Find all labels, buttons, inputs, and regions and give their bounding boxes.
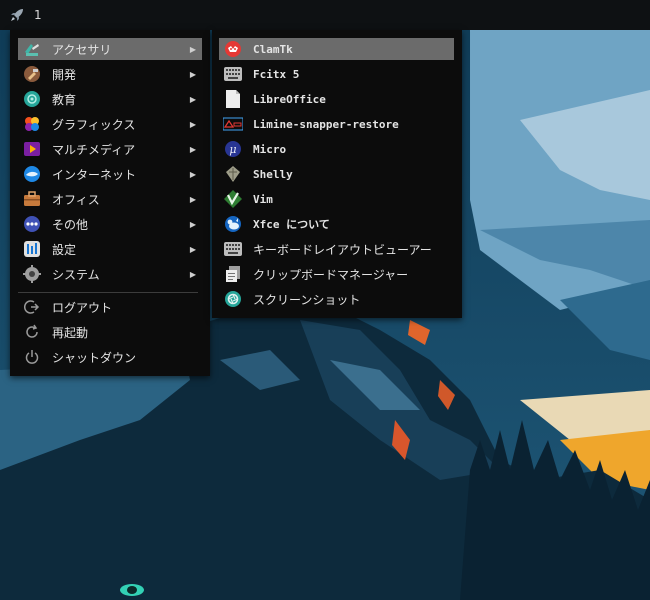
app-item-shelly[interactable]: Shelly: [219, 163, 454, 185]
app-item-libreoffice[interactable]: LibreOffice: [219, 88, 454, 110]
submenu-arrow-icon: ▶: [189, 169, 196, 179]
menu-item-label: 開発: [52, 67, 77, 82]
system-icon: [22, 264, 42, 284]
submenu-arrow-icon: ▶: [189, 69, 196, 79]
svg-text:μ: μ: [229, 143, 236, 156]
app-item-label: Vim: [253, 192, 273, 206]
menu-item-graphics[interactable]: グラフィックス ▶: [18, 113, 202, 135]
app-item-screenshot[interactable]: スクリーンショット: [219, 288, 454, 310]
clamtk-icon: [223, 39, 243, 59]
menu-item-logout[interactable]: ログアウト: [18, 296, 202, 318]
other-icon: [22, 214, 42, 234]
document-icon: [223, 89, 243, 109]
development-icon: [22, 64, 42, 84]
app-item-fcitx5[interactable]: Fcitx 5: [219, 63, 454, 85]
clipboard-icon: [223, 264, 243, 284]
menu-item-settings[interactable]: 設定 ▶: [18, 238, 202, 260]
submenu-arrow-icon: ▶: [189, 269, 196, 279]
submenu-arrow-icon: ▶: [189, 144, 196, 154]
accessories-submenu: ClamTk Fcitx 5 LibreOffice Limine-snappe…: [212, 30, 462, 318]
menu-item-education[interactable]: 教育 ▶: [18, 88, 202, 110]
accessories-icon: [22, 39, 42, 59]
applications-menu: アクセサリ ▶ 開発 ▶ 教育 ▶ グラフィックス ▶ マルチメディア ▶ イン: [10, 30, 210, 376]
internet-icon: [22, 164, 42, 184]
screenshot-icon: [223, 289, 243, 309]
keyboard-layout-icon: [223, 239, 243, 259]
restart-icon: [22, 322, 42, 342]
limine-icon: [223, 114, 243, 134]
submenu-arrow-icon: ▶: [189, 194, 196, 204]
workspace-indicator[interactable]: 1: [34, 8, 42, 22]
menu-item-other[interactable]: その他 ▶: [18, 213, 202, 235]
app-item-label: Xfce について: [253, 218, 330, 231]
submenu-arrow-icon: ▶: [189, 219, 196, 229]
menu-item-development[interactable]: 開発 ▶: [18, 63, 202, 85]
app-item-label: Limine-snapper-restore: [253, 117, 399, 131]
app-item-vim[interactable]: Vim: [219, 188, 454, 210]
menu-item-label: オフィス: [52, 192, 100, 207]
app-item-about-xfce[interactable]: Xfce について: [219, 213, 454, 235]
menu-item-accessories[interactable]: アクセサリ ▶: [18, 38, 202, 60]
menu-item-label: シャットダウン: [52, 350, 137, 365]
menu-item-label: アクセサリ: [52, 42, 112, 57]
micro-icon: μ: [223, 139, 243, 159]
rocket-icon: [11, 9, 23, 21]
app-item-label: ClamTk: [253, 42, 293, 56]
menu-item-label: その他: [52, 217, 89, 232]
menu-item-label: マルチメディア: [52, 142, 136, 157]
app-item-micro[interactable]: μ Micro: [219, 138, 454, 160]
menu-item-label: グラフィックス: [52, 117, 136, 132]
graphics-icon: [22, 114, 42, 134]
submenu-arrow-icon: ▶: [189, 244, 196, 254]
app-item-clamtk[interactable]: ClamTk: [219, 38, 454, 60]
menu-item-system[interactable]: システム ▶: [18, 263, 202, 285]
app-item-limine-snapper-restore[interactable]: Limine-snapper-restore: [219, 113, 454, 135]
education-icon: [22, 89, 42, 109]
app-item-clipboard-manager[interactable]: クリップボードマネージャー: [219, 263, 454, 285]
app-item-label: Micro: [253, 142, 287, 156]
menu-item-office[interactable]: オフィス ▶: [18, 188, 202, 210]
menu-separator: [18, 292, 198, 293]
xfce-icon: [223, 214, 243, 234]
app-item-label: クリップボードマネージャー: [253, 267, 409, 282]
app-item-keyboard-layout-viewer[interactable]: キーボードレイアウトビューアー: [219, 238, 454, 260]
logout-icon: [22, 297, 42, 317]
settings-icon: [22, 239, 42, 259]
office-icon: [22, 189, 42, 209]
menu-item-internet[interactable]: インターネット ▶: [18, 163, 202, 185]
app-menu-launcher-button[interactable]: [6, 4, 28, 26]
top-panel: 1: [0, 0, 650, 30]
menu-item-label: 設定: [52, 242, 77, 257]
menu-item-label: ログアウト: [52, 300, 113, 315]
menu-item-label: 再起動: [52, 325, 89, 340]
submenu-arrow-icon: ▶: [189, 44, 196, 54]
app-item-label: LibreOffice: [253, 92, 326, 106]
app-item-label: Fcitx 5: [253, 67, 300, 81]
submenu-arrow-icon: ▶: [189, 94, 196, 104]
app-item-label: Shelly: [253, 167, 293, 181]
keyboard-icon: [223, 64, 243, 84]
vim-icon: [223, 189, 243, 209]
multimedia-icon: [22, 139, 42, 159]
menu-item-label: システム: [52, 267, 100, 282]
menu-item-restart[interactable]: 再起動: [18, 321, 202, 343]
submenu-arrow-icon: ▶: [189, 119, 196, 129]
app-item-label: キーボードレイアウトビューアー: [253, 242, 432, 257]
menu-item-label: インターネット: [52, 167, 137, 182]
app-item-label: スクリーンショット: [253, 292, 361, 307]
menu-item-shutdown[interactable]: シャットダウン: [18, 346, 202, 368]
menu-item-multimedia[interactable]: マルチメディア ▶: [18, 138, 202, 160]
shelly-icon: [223, 164, 243, 184]
menu-item-label: 教育: [52, 92, 77, 107]
shutdown-icon: [22, 347, 42, 367]
